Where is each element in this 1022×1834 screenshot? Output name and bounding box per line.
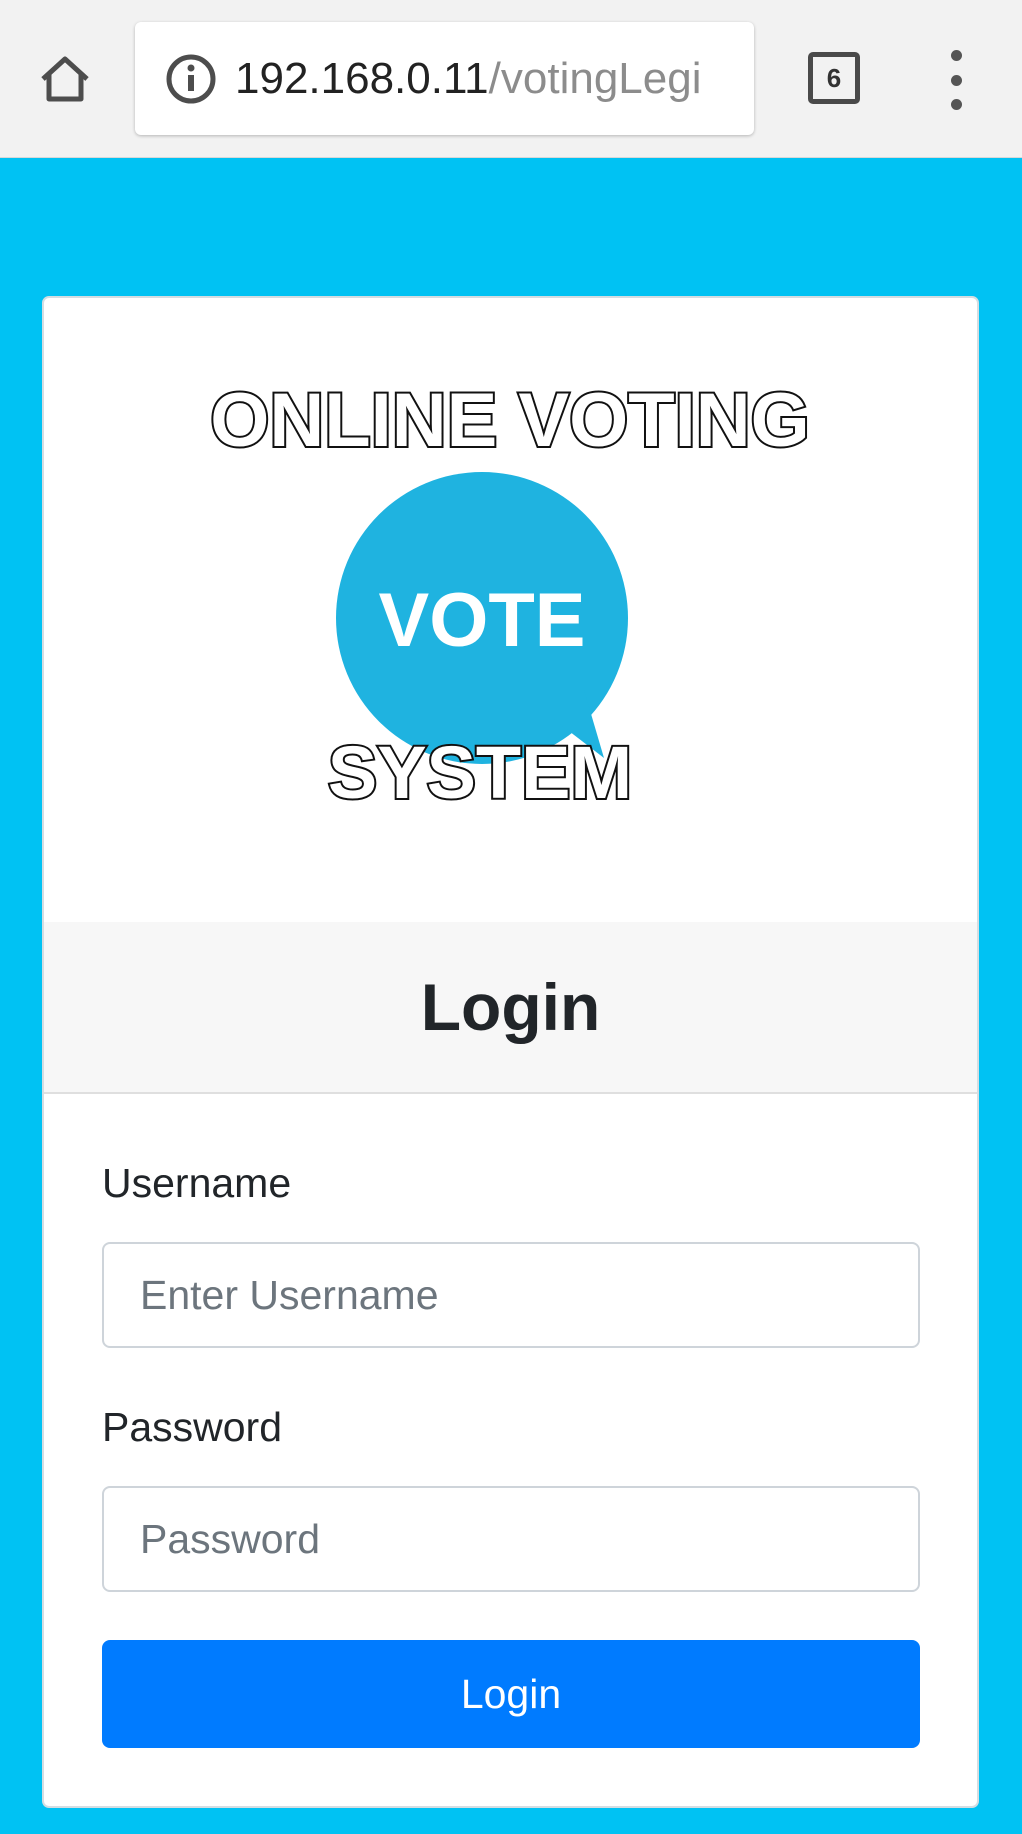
login-button[interactable]: Login [102, 1640, 920, 1748]
logo-title-line1: ONLINE VOTING [210, 378, 810, 463]
address-bar[interactable]: 192.168.0.11/votingLegi [135, 22, 754, 135]
url-text: 192.168.0.11/votingLegi [235, 54, 701, 104]
login-card: ONLINE VOTING VOTE SYSTEM Login Username… [42, 296, 979, 1808]
url-host: 192.168.0.11 [235, 53, 489, 103]
home-button[interactable] [34, 48, 96, 110]
url-path: /votingLegi [488, 53, 702, 103]
password-label: Password [102, 1404, 283, 1450]
tab-switcher-button[interactable]: 6 [808, 52, 860, 104]
menu-dot [950, 99, 962, 110]
menu-dot [950, 50, 962, 61]
more-menu-button[interactable] [940, 50, 972, 110]
logo-title-line2: SYSTEM [328, 731, 632, 814]
home-icon [41, 56, 89, 102]
username-label: Username [102, 1160, 292, 1206]
tab-count: 6 [826, 62, 842, 93]
info-icon[interactable] [165, 53, 217, 105]
username-input[interactable] [102, 1242, 920, 1348]
browser-toolbar: 192.168.0.11/votingLegi 6 [0, 0, 1022, 158]
site-logo: ONLINE VOTING VOTE SYSTEM [44, 298, 977, 922]
menu-dot [950, 74, 962, 86]
password-input[interactable] [102, 1486, 920, 1592]
login-header: Login [44, 922, 977, 1094]
login-title: Login [420, 970, 601, 1044]
logo-bubble-text: VOTE [379, 578, 586, 663]
